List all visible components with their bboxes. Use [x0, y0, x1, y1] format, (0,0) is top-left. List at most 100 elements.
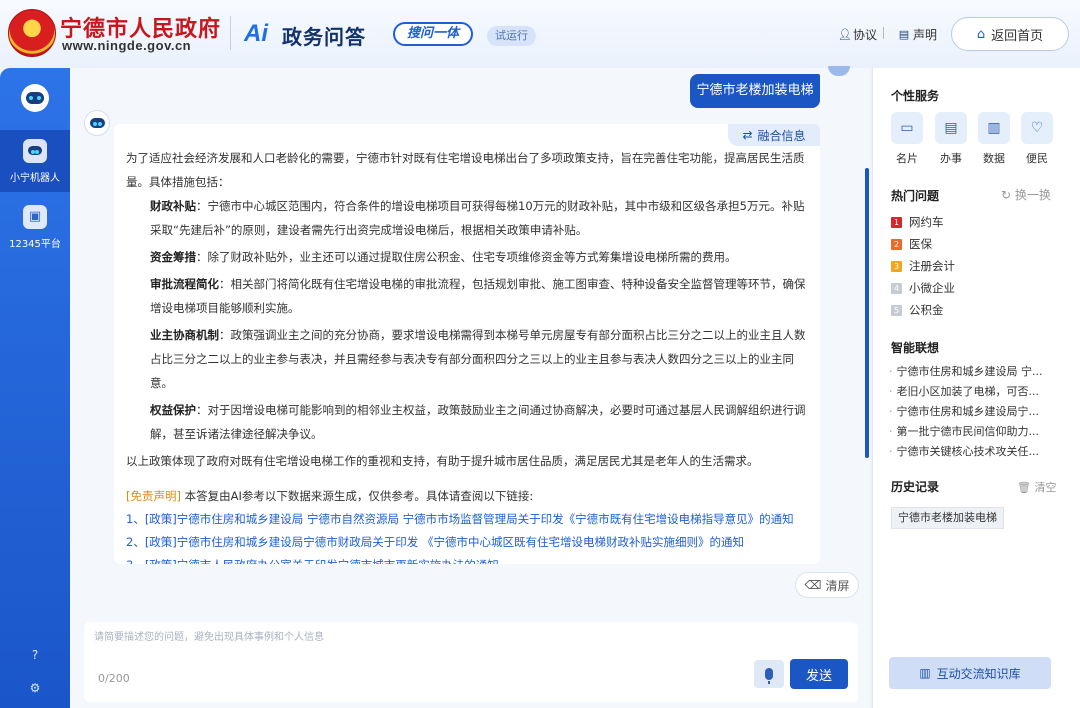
site-url: www.ningde.gov.cn [62, 38, 192, 53]
agreement-label: 协议 [853, 28, 878, 42]
home-button-label: 返回首页 [991, 28, 1044, 44]
document-icon: ▤ [898, 27, 910, 41]
sidebar-item-label: 12345平台 [9, 238, 61, 250]
policy-text: ：政策强调业主之间的充分协商，要求增设电梯需得到本梯号单元房屋专有部分面积占比三… [150, 328, 806, 390]
fuse-info-label: 融合信息 [757, 128, 806, 143]
chat-scrollbar[interactable] [865, 168, 869, 458]
history-item[interactable]: 宁德市老楼加装电梯 [891, 507, 1004, 529]
disclaimer-tag: [免责声明] [126, 489, 181, 503]
chart-icon: ▥ [978, 112, 1010, 144]
user-message: 宁德市老楼加装电梯 [690, 74, 820, 108]
disclaimer-text: 本答复由AI参考以下数据来源生成，仅供参考。具体请查阅以下链接: [180, 489, 534, 503]
service-card[interactable]: ▭ 名片 [889, 112, 925, 166]
home-button[interactable]: ⌂ 返回首页 [951, 17, 1069, 51]
sidebar-item-robot[interactable]: 小宁机器人 [0, 130, 70, 192]
service-label: 办事 [940, 152, 962, 165]
policy-item: 权益保护：对于因增设电梯可能影响到的相邻业主权益，政策鼓励业主之间通过协商解决，… [126, 398, 810, 446]
fuse-info-button[interactable]: ⇄ 融合信息 [728, 124, 820, 146]
hot-question-item[interactable]: 3 注册会计 [891, 255, 1071, 277]
association-item[interactable]: 宁德市住房和城乡建设局宁... [889, 402, 1075, 422]
refresh-icon: ↻ [1001, 188, 1012, 202]
statement-label: 声明 [913, 28, 938, 42]
policy-title: 审批流程简化 [150, 277, 219, 291]
hot-question-label: 小微企业 [909, 281, 955, 295]
policy-title: 业主协商机制 [150, 328, 219, 342]
answer-body: 为了适应社会经济发展和人口老龄化的需要，宁德市针对既有住宅增设电梯出台了多项政策… [126, 146, 810, 564]
smart-association-title: 智能联想 [891, 341, 940, 355]
book-icon: ▥ [919, 666, 931, 680]
user-icon: 👤︎ [838, 27, 852, 41]
personal-service-title: 个性服务 [891, 89, 940, 103]
bot-avatar [84, 110, 110, 136]
hotline-icon: ▣ [23, 204, 47, 229]
product-name: 政务问答 [282, 25, 366, 49]
association-item[interactable]: 宁德市住房和城乡建设局 宁... [889, 362, 1075, 382]
clear-history-button[interactable]: 🗑︎ 清空 [1017, 479, 1056, 495]
hot-question-label: 网约车 [909, 215, 944, 229]
policy-title: 权益保护 [150, 403, 196, 417]
policy-text: ：宁德市中心城区范围内，符合条件的增设电梯项目可获得每梯10万元的财政补贴，其中… [150, 199, 805, 237]
question-input[interactable] [94, 628, 734, 668]
char-counter: 0/200 [98, 672, 130, 685]
service-affairs[interactable]: ▤ 办事 [933, 112, 969, 166]
search-badge: 搜问一体 [393, 22, 474, 46]
answer-conclusion: 以上政策体现了政府对既有住宅增设电梯工作的重视和支持，有助于提升城市居住品质，满… [126, 454, 759, 468]
policy-text: ：相关部门将简化既有住宅增设电梯的审批流程，包括规划审批、施工图审查、特种设备安… [150, 277, 806, 315]
left-sidebar: 小宁机器人 ▣ 12345平台 ? ⚙ [0, 68, 70, 708]
sidebar-item-12345[interactable]: ▣ 12345平台 [0, 196, 70, 258]
service-icon: ▤ [935, 112, 967, 144]
rank-badge: 5 [891, 304, 902, 316]
service-data[interactable]: ▥ 数据 [976, 112, 1012, 166]
link-divider [883, 27, 884, 39]
help-icon[interactable]: ? [27, 647, 43, 663]
policy-item: 审批流程简化：相关部门将简化既有住宅增设电梯的审批流程，包括规划审批、施工图审查… [126, 272, 810, 320]
history-title: 历史记录 [891, 480, 940, 494]
send-button[interactable]: 发送 [790, 659, 848, 689]
voice-input-button[interactable] [754, 660, 784, 688]
rank-badge: 4 [891, 282, 902, 294]
header-divider [230, 16, 231, 50]
reference-link[interactable]: 3、[政策]宁德市人民政府办公室关于印发宁德市城市更新实施办法的通知 [126, 554, 810, 564]
association-list: 宁德市住房和城乡建设局 宁... 老旧小区加装了电梯，可否... 宁德市住房和城… [889, 362, 1075, 462]
settings-icon[interactable]: ⚙ [27, 680, 43, 696]
refresh-button[interactable]: ↻ 换一换 [1001, 186, 1051, 203]
disclaimer: [免责声明] 本答复由AI参考以下数据来源生成，仅供参考。具体请查阅以下链接: [126, 485, 810, 508]
statement-link[interactable]: ▤ 声明 [898, 26, 937, 43]
knowledge-base-button[interactable]: ▥ 互动交流知识库 [889, 657, 1051, 689]
association-item[interactable]: 宁德市关键核心技术攻关任... [889, 442, 1075, 462]
policy-text: ：对于因增设电梯可能影响到的相邻业主权益，政策鼓励业主之间通过协商解决，必要时可… [150, 403, 806, 441]
robot-logo-icon [21, 84, 49, 112]
swap-icon: ⇄ [742, 128, 753, 142]
card-icon: ▭ [891, 112, 923, 144]
association-item[interactable]: 第一批宁德市民间信仰助力... [889, 422, 1075, 442]
hot-question-item[interactable]: 4 小微企业 [891, 277, 1071, 299]
hot-question-item[interactable]: 1 网约车 [891, 211, 1071, 233]
sidebar-item-label: 小宁机器人 [10, 172, 60, 184]
policy-title: 资金筹措 [150, 250, 196, 264]
knowledge-base-label: 互动交流知识库 [936, 666, 1021, 681]
answer-intro: 为了适应社会经济发展和人口老龄化的需要，宁德市针对既有住宅增设电梯出台了多项政策… [126, 151, 805, 189]
refresh-label: 换一换 [1014, 188, 1051, 202]
association-item[interactable]: 老旧小区加装了电梯，可否... [889, 382, 1075, 402]
reference-section: [免责声明] 本答复由AI参考以下数据来源生成，仅供参考。具体请查阅以下链接: … [126, 485, 810, 564]
microphone-icon [765, 668, 773, 684]
hot-question-item[interactable]: 5 公积金 [891, 299, 1071, 321]
reference-link[interactable]: 2、[政策]宁德市住房和城乡建设局宁德市财政局关于印发 《宁德市中心城区既有住宅… [126, 531, 810, 554]
answer-card: ⇄ 融合信息 为了适应社会经济发展和人口老龄化的需要，宁德市针对既有住宅增设电梯… [114, 124, 820, 564]
rank-badge: 1 [891, 216, 902, 228]
reference-link[interactable]: 1、[政策]宁德市住房和城乡建设局 宁德市自然资源局 宁德市市场监督管理局关于印… [126, 508, 810, 531]
service-label: 名片 [896, 152, 918, 165]
hot-question-label: 医保 [909, 237, 932, 251]
national-emblem-icon [8, 9, 56, 57]
agreement-link[interactable]: 👤︎ 协议 [838, 26, 877, 43]
service-label: 数据 [983, 152, 1005, 165]
hot-question-item[interactable]: 2 医保 [891, 233, 1071, 255]
service-convenience[interactable]: ♡ 便民 [1019, 112, 1055, 166]
clear-screen-button[interactable]: ⌫ 清屏 [795, 572, 859, 598]
heart-icon: ♡ [1021, 112, 1053, 144]
input-box: 0/200 发送 [84, 622, 858, 702]
hot-question-list: 1 网约车 2 医保 3 注册会计 4 小微企业 5 公积金 [891, 211, 1071, 321]
hot-questions-title: 热门问题 [891, 189, 940, 203]
rank-badge: 3 [891, 260, 902, 272]
policy-title: 财政补贴 [150, 199, 196, 213]
